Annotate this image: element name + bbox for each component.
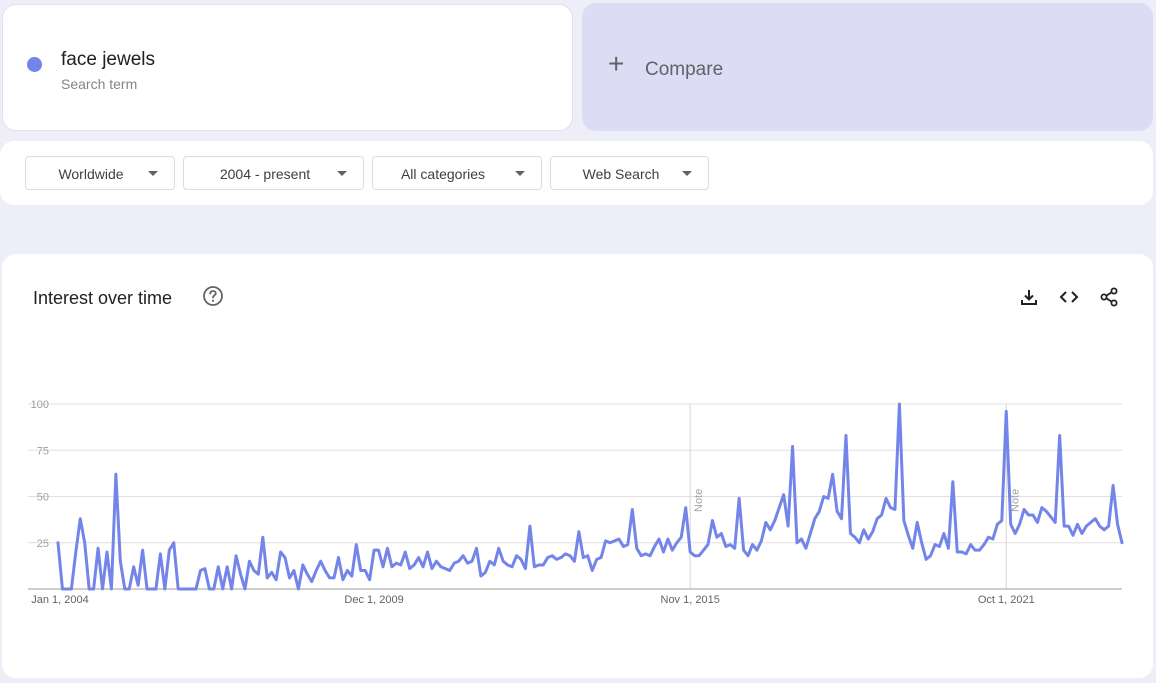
- region-dropdown[interactable]: Worldwide: [25, 156, 175, 190]
- x-tick-label: Dec 1, 2009: [344, 594, 403, 606]
- y-tick-label: 50: [37, 492, 49, 504]
- interest-over-time-card: Interest over time 25 50 75 100 Note Note Jan …: [2, 254, 1153, 678]
- caret-down-icon: [682, 171, 692, 176]
- time-range-dropdown-label: 2004 - present: [219, 166, 311, 182]
- search-term-name[interactable]: face jewels: [61, 49, 155, 71]
- plus-icon: +: [608, 48, 625, 79]
- y-tick-label: 25: [37, 538, 49, 550]
- search-term-card[interactable]: face jewels Search term: [2, 4, 573, 131]
- caret-down-icon: [337, 171, 347, 176]
- region-dropdown-label: Worldwide: [58, 166, 124, 182]
- caret-down-icon: [148, 171, 158, 176]
- x-tick-label: Oct 1, 2021: [978, 594, 1035, 606]
- y-tick-label: 75: [37, 445, 49, 457]
- chart-axes: 255075100Note NoteJan 1, 2004 Dec 1, 2009 N…: [28, 399, 1122, 606]
- search-term-subtitle: Search term: [61, 76, 138, 92]
- search-property-dropdown-label: Web Search: [582, 166, 660, 182]
- category-dropdown[interactable]: All categories: [372, 156, 542, 190]
- filter-bar: Worldwide 2004 - present All categories …: [0, 141, 1153, 205]
- line-chart: 255075100Note NoteJan 1, 2004 Dec 1, 2009 N…: [28, 399, 1124, 606]
- x-tick-label: Nov 1, 2015: [661, 594, 720, 606]
- compare-label: Compare: [645, 59, 724, 80]
- search-property-dropdown[interactable]: Web Search: [550, 156, 709, 190]
- caret-down-icon: [515, 171, 525, 176]
- note-label: Note: [693, 489, 705, 512]
- x-tick-label: Jan 1, 2004: [31, 594, 89, 606]
- compare-button[interactable]: + Compare: [582, 3, 1153, 131]
- category-dropdown-label: All categories: [400, 166, 486, 182]
- series-color-dot: [27, 57, 42, 72]
- y-tick-label: 100: [31, 399, 49, 411]
- time-range-dropdown[interactable]: 2004 - present: [183, 156, 364, 190]
